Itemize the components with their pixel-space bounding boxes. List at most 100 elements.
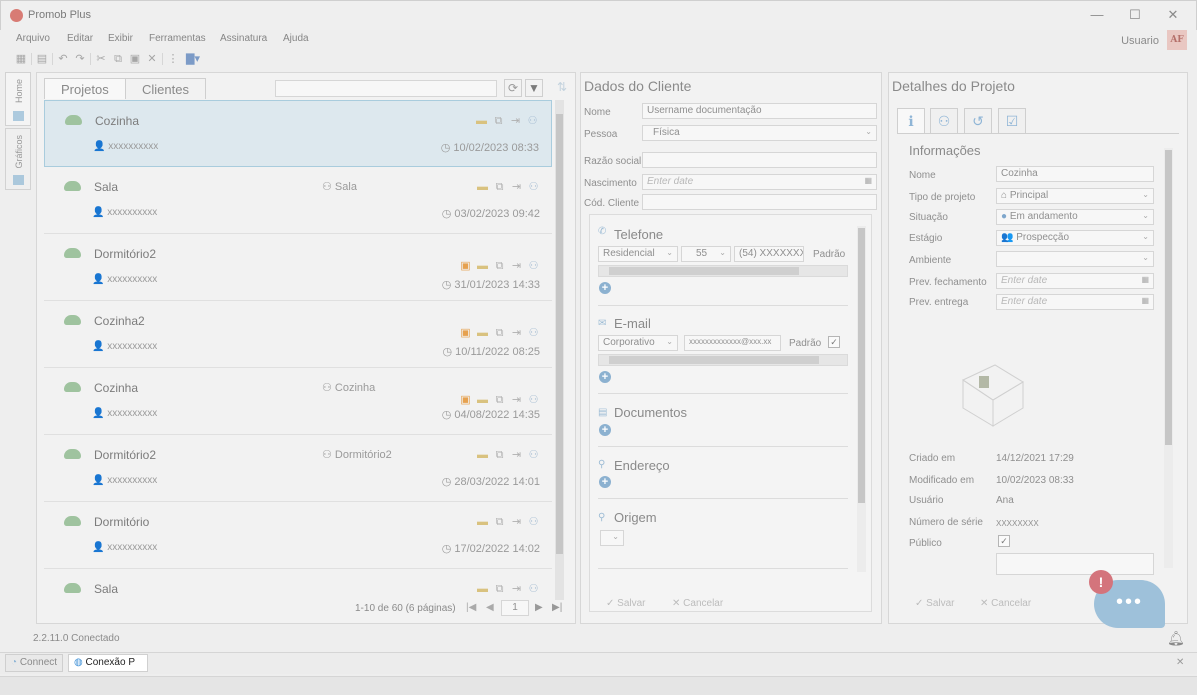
copy-icon[interactable]: ⧉	[493, 327, 506, 339]
tab-history-icon[interactable]: ↺	[964, 108, 992, 134]
close-button[interactable]: ✕	[1162, 6, 1184, 24]
share-icon[interactable]: ⚇	[527, 181, 540, 193]
nascimento-field[interactable]: Enter date ▦	[642, 174, 877, 190]
calendar-icon[interactable]: ▦	[1141, 296, 1149, 305]
detail-nome-field[interactable]: Cozinha	[996, 166, 1154, 182]
tab-share-icon[interactable]: ⚇	[930, 108, 958, 134]
add-endereco-button[interactable]: +	[599, 476, 611, 488]
share-icon[interactable]: ⚇	[527, 260, 540, 272]
details-scroll-thumb[interactable]	[1165, 150, 1172, 445]
export-icon[interactable]: ⇥	[510, 327, 523, 339]
export-icon[interactable]: ⇥	[510, 449, 523, 461]
copy-icon[interactable]: ⧉	[493, 516, 506, 528]
copy-icon[interactable]: ⧉	[493, 394, 506, 406]
share-icon[interactable]: ⚇	[526, 115, 539, 127]
share-icon[interactable]: ⚇	[527, 516, 540, 528]
folder-icon[interactable]: ▬	[476, 516, 489, 528]
add-documento-button[interactable]: +	[599, 424, 611, 436]
refresh-icon[interactable]: ⟳	[504, 79, 522, 97]
prev-entrega-field[interactable]: Enter date ▦	[996, 294, 1154, 310]
observacoes-field[interactable]	[996, 553, 1154, 575]
user-label[interactable]: Usuario	[1121, 35, 1159, 47]
calendar-icon[interactable]: ▦	[864, 176, 872, 185]
project-row[interactable]: Cozinha2 👤 xxxxxxxxxx ▣ ▬ ⧉ ⇥ ⚇ ◷ 10/11/…	[44, 301, 552, 368]
export-icon[interactable]: ⇥	[510, 583, 523, 595]
menu-exibir[interactable]: Exibir	[108, 33, 133, 44]
project-row[interactable]: Cozinha 👤 xxxxxxxxxx ▬ ⧉ ⇥ ⚇ ◷ 10/02/202…	[44, 100, 552, 167]
paste-icon[interactable]: ▣	[128, 52, 142, 66]
copy-icon[interactable]: ⧉	[493, 181, 506, 193]
menu-editar[interactable]: Editar	[67, 33, 93, 44]
close-tab-icon[interactable]: ✕	[1176, 657, 1184, 668]
pessoa-select[interactable]: Física ⌄	[642, 125, 877, 141]
email-default-checkbox[interactable]: ✓	[828, 336, 840, 348]
share-icon[interactable]: ⚇	[527, 583, 540, 595]
export-icon[interactable]: ⇥	[509, 115, 522, 127]
search-input[interactable]	[275, 80, 497, 97]
tab-conexao-p[interactable]: ◍ Conexão P	[68, 654, 148, 672]
menu-ferramentas[interactable]: Ferramentas	[149, 33, 206, 44]
folder-icon[interactable]: ▬	[476, 394, 489, 406]
undo-icon[interactable]: ↶	[56, 52, 70, 66]
share-icon[interactable]: ⚇	[527, 394, 540, 406]
minimize-button[interactable]: —	[1086, 6, 1108, 24]
copy-icon[interactable]: ⧉	[493, 583, 506, 595]
save-icon[interactable]: ▦	[14, 52, 28, 66]
telefone-type-select[interactable]: Residencial ⌄	[598, 246, 678, 262]
export-icon[interactable]: ⇥	[510, 260, 523, 272]
tab-connect[interactable]: ◔ Connect	[5, 654, 64, 672]
folder-icon[interactable]: ▬	[476, 449, 489, 461]
prev-page-icon[interactable]: ◀	[486, 602, 494, 613]
email-field[interactable]: xxxxxxxxxxxxx@xxx.xx	[684, 335, 781, 351]
details-scrollbar[interactable]	[1164, 148, 1173, 568]
copy-icon[interactable]: ⧉	[492, 115, 505, 127]
first-page-icon[interactable]: |◀	[466, 602, 476, 613]
avatar[interactable]: AF	[1167, 30, 1187, 50]
publico-checkbox[interactable]: ✓	[998, 535, 1010, 547]
copy-icon[interactable]: ⧉	[493, 260, 506, 272]
redo-icon[interactable]: ↷	[73, 52, 87, 66]
bell-icon[interactable]: 🔔︎	[1167, 630, 1185, 647]
share-icon[interactable]: ⚇	[527, 449, 540, 461]
menu-ajuda[interactable]: Ajuda	[283, 33, 309, 44]
export-icon[interactable]: ⇥	[510, 181, 523, 193]
telefone-ddi-select[interactable]: 55 ⌄	[681, 246, 731, 262]
print-icon[interactable]: ▤	[35, 52, 49, 66]
tipo-projeto-select[interactable]: ⌂ Principal ⌄	[996, 188, 1154, 204]
ambiente-select[interactable]: ⌄	[996, 251, 1154, 267]
add-telefone-button[interactable]: +	[599, 282, 611, 294]
details-save-button[interactable]: ✓ Salvar	[915, 598, 955, 609]
telefone-number-field[interactable]: (54) XXXXXXXX	[734, 246, 804, 262]
project-list-scroll-thumb[interactable]	[556, 114, 563, 554]
grid-icon[interactable]: ⋮	[166, 52, 180, 66]
cod-cliente-field[interactable]	[642, 194, 877, 210]
email-hscroll-thumb[interactable]	[609, 356, 819, 364]
email-hscroll[interactable]	[598, 354, 848, 366]
tab-projetos[interactable]: Projetos	[44, 78, 126, 99]
project-row[interactable]: Sala ⚇ Sala 👤 xxxxxxxxxx ▬ ⧉ ⇥ ⚇ ◷ 03/02…	[44, 167, 552, 234]
copy-icon[interactable]: ⧉	[493, 449, 506, 461]
add-email-button[interactable]: +	[599, 371, 611, 383]
person-icon[interactable]: ▣	[459, 260, 472, 272]
client-contacts-scroll-thumb[interactable]	[858, 228, 865, 503]
menu-assinatura[interactable]: Assinatura	[220, 33, 267, 44]
nome-field[interactable]: Username documentação	[642, 103, 877, 119]
folder-icon[interactable]: ▬	[476, 260, 489, 272]
tab-checklist-icon[interactable]: ☑	[998, 108, 1026, 134]
folder-icon[interactable]: ▬	[476, 181, 489, 193]
menu-arquivo[interactable]: Arquivo	[16, 33, 50, 44]
situacao-select[interactable]: ● Em andamento ⌄	[996, 209, 1154, 225]
calendar-icon[interactable]: ▦	[1141, 275, 1149, 284]
client-cancel-button[interactable]: ✕ Cancelar	[672, 598, 723, 609]
client-save-button[interactable]: ✓ Salvar	[606, 598, 646, 609]
telefone-hscroll-thumb[interactable]	[609, 267, 799, 275]
project-row[interactable]: Dormitório 👤 xxxxxxxxxx ▬ ⧉ ⇥ ⚇ ◷ 17/02/…	[44, 502, 552, 569]
estagio-select[interactable]: 👥 Prospecção ⌄	[996, 230, 1154, 246]
cut-icon[interactable]: ✂	[94, 52, 108, 66]
side-tab-home[interactable]: Home	[5, 72, 31, 126]
share-icon[interactable]: ⚇	[527, 327, 540, 339]
chat-alert-badge[interactable]: !	[1089, 570, 1113, 594]
maximize-button[interactable]: ☐	[1124, 6, 1146, 24]
side-tab-graficos[interactable]: Gráficos	[5, 128, 31, 190]
project-list-scrollbar[interactable]	[555, 100, 564, 600]
